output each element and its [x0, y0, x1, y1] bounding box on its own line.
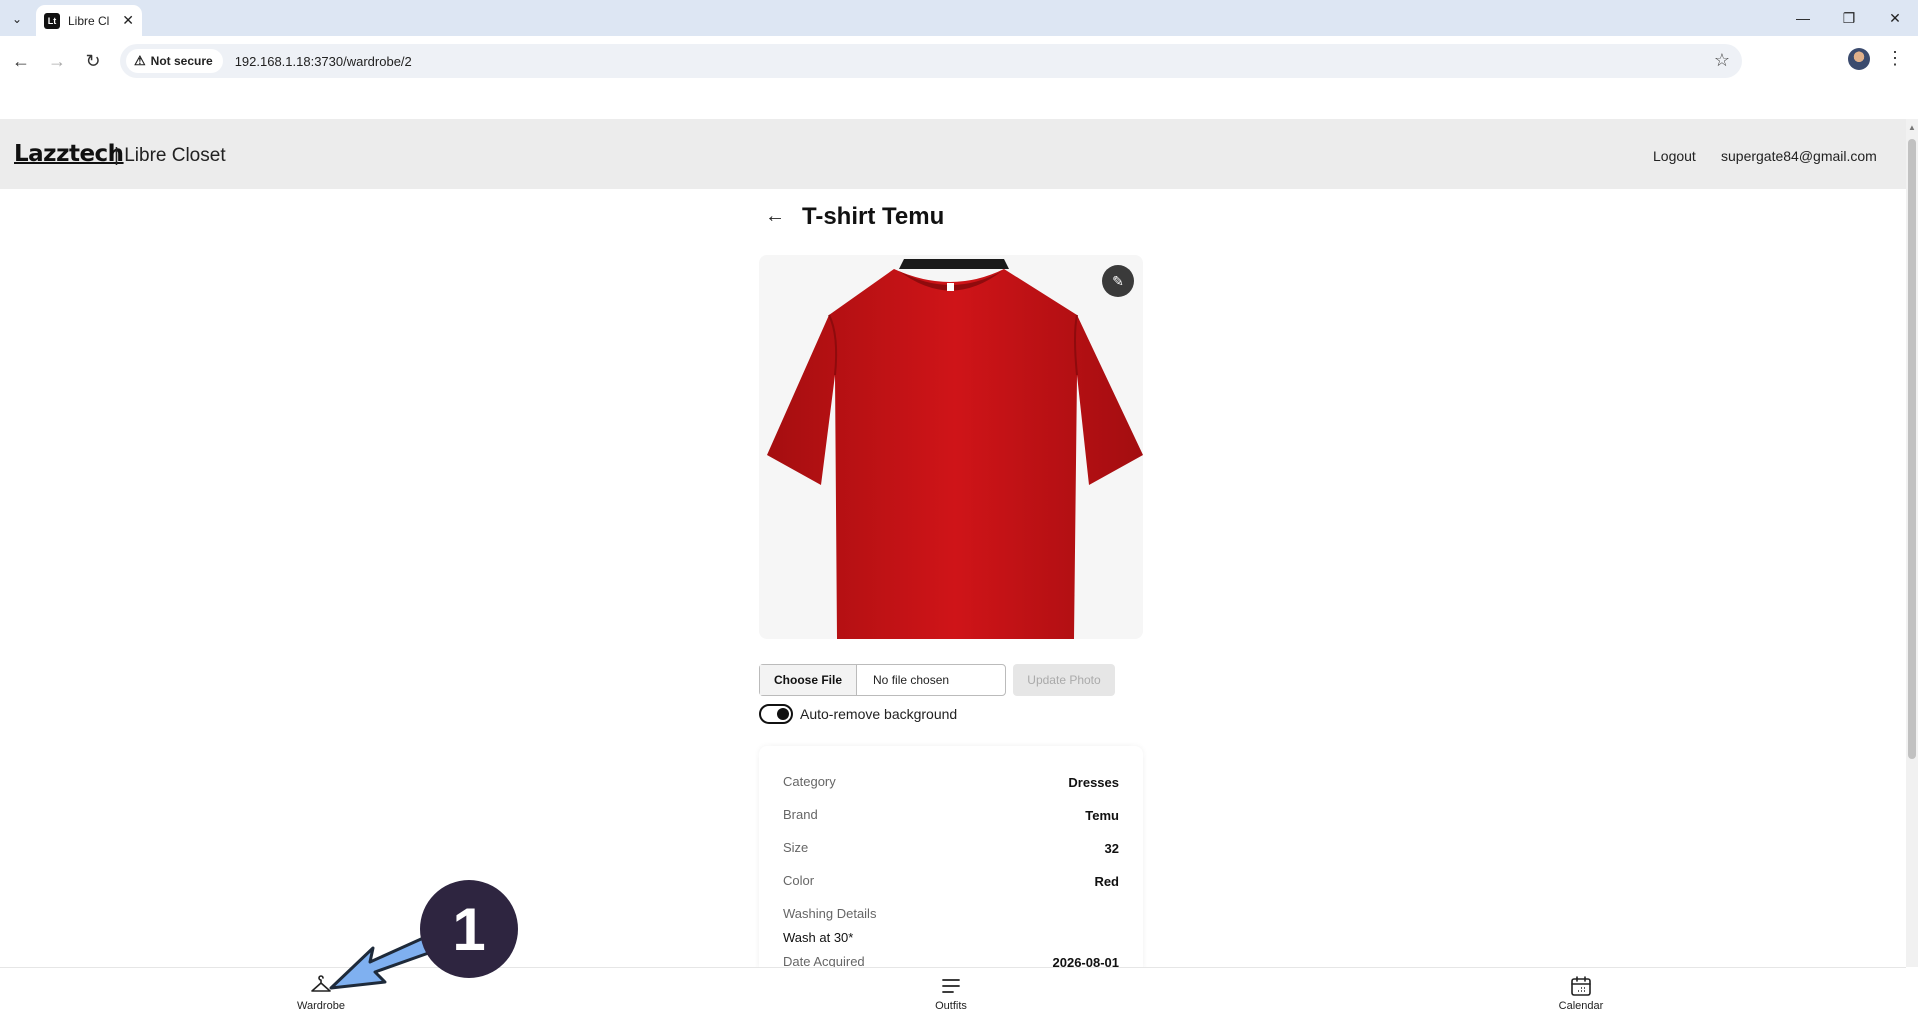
- brand-value: Temu: [1085, 808, 1119, 823]
- choose-file-button[interactable]: Choose File: [760, 665, 858, 695]
- nav-wardrobe-label: Wardrobe: [297, 1000, 345, 1012]
- profile-avatar[interactable]: [1848, 48, 1870, 70]
- toggle-knob: [777, 708, 789, 720]
- security-chip[interactable]: ⚠ Not secure: [126, 49, 223, 73]
- bottom-navigation: Wardrobe Outfits Calendar: [0, 967, 1906, 1023]
- window-controls: — ❐ ✕: [1780, 0, 1918, 36]
- washing-details-value: Wash at 30*: [783, 930, 854, 945]
- nav-calendar-label: Calendar: [1558, 1000, 1604, 1012]
- edit-photo-button[interactable]: ✎: [1102, 265, 1134, 297]
- nav-outfits[interactable]: Outfits: [911, 974, 991, 1012]
- back-icon[interactable]: ←: [8, 48, 34, 74]
- browser-toolbar: ← → ↻ ⚠ Not secure 192.168.1.18:3730/war…: [0, 36, 1918, 86]
- logout-link[interactable]: Logout: [1653, 148, 1696, 164]
- close-window-icon[interactable]: ✕: [1872, 0, 1918, 36]
- nav-calendar[interactable]: Calendar: [1541, 974, 1621, 1012]
- update-photo-button[interactable]: Update Photo: [1013, 664, 1115, 696]
- size-value: 32: [1104, 841, 1119, 856]
- category-value: Dresses: [1068, 775, 1119, 790]
- app-header: Lazztech | Libre Closet Logout supergate…: [0, 119, 1906, 189]
- tab-title: Libre Cl: [68, 13, 110, 28]
- back-arrow-icon[interactable]: ←: [765, 205, 785, 228]
- washing-details-label: Washing Details: [783, 906, 877, 921]
- file-input[interactable]: Choose File No file chosen: [759, 664, 1006, 696]
- warning-icon: ⚠: [134, 53, 146, 68]
- user-email: supergate84@gmail.com: [1721, 148, 1877, 164]
- category-label: Category: [783, 774, 836, 789]
- scroll-thumb[interactable]: [1908, 139, 1916, 759]
- auto-remove-background-label: Auto-remove background: [800, 706, 958, 722]
- browser-tabstrip: ⌄ Lt Libre Cl ✕ — ❐ ✕: [0, 0, 1918, 36]
- file-status: No file chosen: [873, 673, 950, 687]
- edit-icon: ✎: [1112, 272, 1124, 289]
- security-label: Not secure: [150, 54, 213, 68]
- color-label: Color: [783, 873, 815, 888]
- step-number-badge: 1: [420, 880, 518, 978]
- item-photo: [759, 255, 1143, 639]
- url-text[interactable]: 192.168.1.18:3730/wardrobe/2: [235, 54, 412, 69]
- forward-icon[interactable]: →: [44, 48, 70, 74]
- size-label: Size: [783, 840, 809, 855]
- favicon-icon: Lt: [44, 12, 60, 29]
- minimize-icon[interactable]: —: [1780, 0, 1826, 36]
- nav-outfits-label: Outfits: [935, 1000, 967, 1012]
- item-details-card: Category Dresses Brand Temu Size 32 Colo…: [759, 746, 1143, 976]
- auto-remove-background-toggle[interactable]: [759, 704, 793, 724]
- lazztech-logo[interactable]: Lazztech: [14, 141, 124, 167]
- color-value: Red: [1094, 874, 1119, 889]
- restore-icon[interactable]: ❐: [1826, 0, 1872, 36]
- reload-icon[interactable]: ↻: [80, 48, 106, 74]
- tshirt-image: [767, 259, 1143, 639]
- bookmark-star-icon[interactable]: ☆: [1714, 50, 1730, 71]
- page-title: T-shirt Temu: [802, 203, 945, 230]
- brand-label: Brand: [783, 807, 818, 822]
- list-icon: [942, 979, 960, 993]
- calendar-icon: [1571, 976, 1591, 996]
- tab-search-chevron-icon[interactable]: ⌄: [6, 8, 28, 30]
- browser-menu-icon[interactable]: ⋮: [1886, 48, 1904, 69]
- scroll-up-icon[interactable]: ▲: [1908, 123, 1916, 132]
- app-name: | Libre Closet: [114, 145, 226, 166]
- tab-close-icon[interactable]: ✕: [122, 12, 134, 29]
- page-scrollbar[interactable]: ▲: [1906, 119, 1918, 967]
- address-bar[interactable]: ⚠ Not secure 192.168.1.18:3730/wardrobe/…: [120, 44, 1742, 78]
- browser-tab[interactable]: Lt Libre Cl ✕: [36, 5, 142, 36]
